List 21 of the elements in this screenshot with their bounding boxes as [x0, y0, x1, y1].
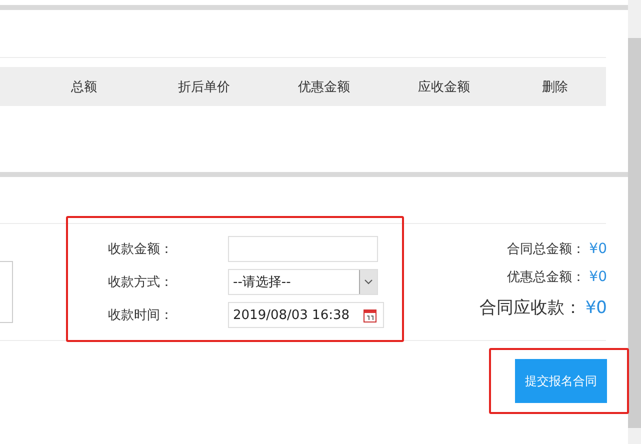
scrollbar[interactable] [628, 0, 641, 444]
column-header: 总额 [71, 78, 97, 96]
column-header: 折后单价 [178, 78, 230, 96]
text-area[interactable] [0, 261, 13, 323]
column-header: 优惠金额 [298, 78, 350, 96]
summary-label: 合同总金额： [507, 241, 586, 258]
field-label: 收款金额： [108, 241, 174, 258]
field-label: 收款方式： [108, 274, 174, 291]
date-field[interactable]: 2019/08/03 16:38 [228, 302, 384, 328]
summary-value: ¥0 [589, 269, 607, 285]
summary-label: 优惠总金额： [507, 269, 586, 286]
summary-value: ¥0 [585, 298, 607, 318]
amount-field[interactable] [228, 236, 378, 262]
column-header: 应收金额 [418, 78, 470, 96]
field-label: 收款时间： [108, 307, 174, 324]
summary-label: 合同应收款： [479, 297, 582, 319]
caret-icon [364, 279, 373, 285]
summary-value: ¥0 [589, 241, 607, 257]
payment-method-select[interactable]: --请选择-- [228, 269, 378, 295]
column-header: 删除 [542, 78, 568, 96]
calendar-icon [363, 308, 377, 322]
